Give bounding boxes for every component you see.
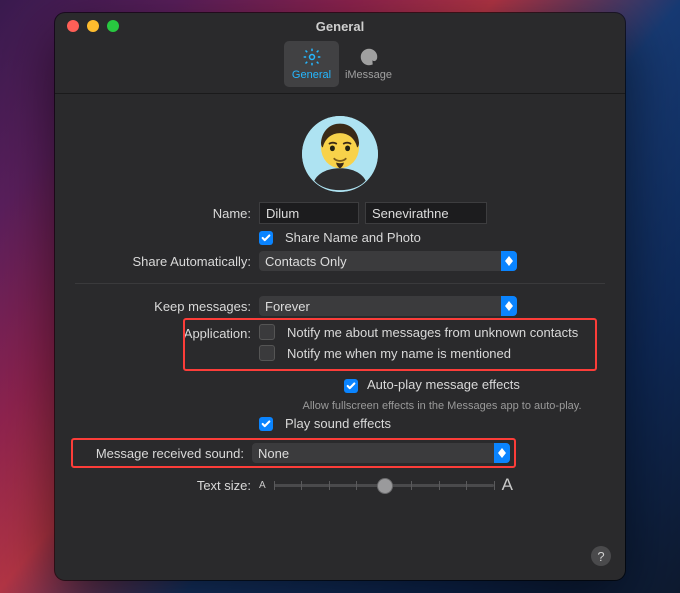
popup-knob-icon bbox=[494, 443, 510, 463]
question-icon: ? bbox=[597, 549, 604, 564]
autoplay-checkbox[interactable] bbox=[344, 379, 358, 393]
keep-row: Keep messages: Forever bbox=[75, 296, 605, 316]
text-size-slider[interactable] bbox=[274, 476, 494, 494]
sound-row: Play sound effects bbox=[75, 416, 605, 431]
keep-popup[interactable]: Forever bbox=[259, 296, 517, 316]
autoplay-row: Auto-play message effects Allow fullscre… bbox=[75, 377, 605, 412]
slider-knob[interactable] bbox=[377, 478, 393, 494]
tab-label: iMessage bbox=[345, 69, 392, 81]
application-label: Application: bbox=[75, 324, 259, 341]
check-icon bbox=[261, 419, 271, 429]
at-icon bbox=[359, 47, 379, 67]
memoji-icon bbox=[302, 116, 378, 192]
autoplay-sublabel: Allow fullscreen effects in the Messages… bbox=[302, 400, 581, 412]
share-auto-label: Share Automatically: bbox=[75, 254, 259, 269]
text-size-big-a: A bbox=[502, 475, 513, 495]
notify-unknown-checkbox[interactable] bbox=[259, 324, 275, 340]
received-sound-label: Message received sound: bbox=[77, 446, 252, 461]
preferences-window: General General iMessage bbox=[55, 13, 625, 580]
gear-icon bbox=[302, 47, 322, 67]
tab-label: General bbox=[292, 69, 331, 81]
help-button[interactable]: ? bbox=[591, 546, 611, 566]
avatar-row bbox=[75, 116, 605, 192]
check-icon bbox=[346, 381, 356, 391]
received-sound-popup[interactable]: None bbox=[252, 443, 510, 463]
content-area: Name: Share Name and Photo Share Automat… bbox=[55, 116, 625, 495]
divider bbox=[75, 283, 605, 284]
notify-mention-label: Notify me when my name is mentioned bbox=[287, 346, 511, 361]
share-name-label: Share Name and Photo bbox=[285, 230, 421, 245]
popup-knob-icon bbox=[501, 296, 517, 316]
titlebar: General bbox=[55, 13, 625, 39]
text-size-row: Text size: A A bbox=[75, 475, 605, 495]
sound-label: Play sound effects bbox=[285, 416, 391, 431]
notify-mention-checkbox[interactable] bbox=[259, 345, 275, 361]
last-name-field[interactable] bbox=[365, 202, 487, 224]
popup-knob-icon bbox=[501, 251, 517, 271]
name-label: Name: bbox=[75, 206, 259, 221]
tab-general[interactable]: General bbox=[284, 41, 339, 87]
avatar[interactable] bbox=[302, 116, 378, 192]
toolbar: General iMessage bbox=[55, 39, 625, 94]
application-highlight: Application: Notify me about messages fr… bbox=[75, 322, 605, 367]
share-name-checkbox[interactable] bbox=[259, 231, 273, 245]
keep-value: Forever bbox=[265, 299, 310, 314]
share-name-row: Share Name and Photo bbox=[75, 230, 605, 245]
name-row: Name: bbox=[75, 202, 605, 224]
tab-imessage[interactable]: iMessage bbox=[341, 41, 396, 87]
text-size-label: Text size: bbox=[75, 478, 259, 493]
window-title: General bbox=[55, 19, 625, 34]
app-mention-row: Notify me when my name is mentioned bbox=[75, 345, 605, 361]
app-unknown-row: Application: Notify me about messages fr… bbox=[75, 324, 605, 341]
keep-label: Keep messages: bbox=[75, 299, 259, 314]
share-auto-popup[interactable]: Contacts Only bbox=[259, 251, 517, 271]
received-sound-value: None bbox=[258, 446, 289, 461]
autoplay-label: Auto-play message effects bbox=[367, 377, 520, 392]
notify-unknown-label: Notify me about messages from unknown co… bbox=[287, 325, 578, 340]
share-auto-row: Share Automatically: Contacts Only bbox=[75, 251, 605, 271]
text-size-small-a: A bbox=[259, 480, 266, 491]
sound-checkbox[interactable] bbox=[259, 417, 273, 431]
check-icon bbox=[261, 233, 271, 243]
first-name-field[interactable] bbox=[259, 202, 359, 224]
received-sound-row: Message received sound: None bbox=[75, 441, 605, 465]
share-auto-value: Contacts Only bbox=[265, 254, 347, 269]
